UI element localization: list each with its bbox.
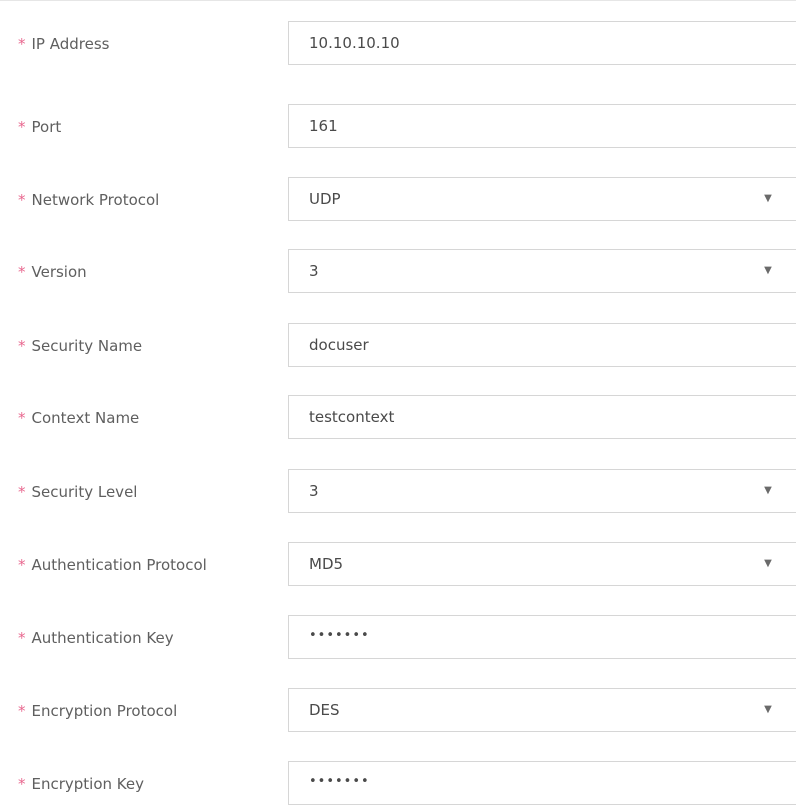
required-marker: * bbox=[18, 409, 26, 427]
encryption-protocol-value: DES bbox=[309, 701, 340, 719]
chevron-down-icon: ▼ bbox=[764, 704, 772, 715]
security-level-value: 3 bbox=[309, 482, 319, 500]
chevron-down-icon: ▼ bbox=[764, 265, 772, 276]
encryption-key-row: * Encryption Key ••••••• bbox=[0, 761, 796, 807]
ip-address-row: * IP Address 10.10.10.10 bbox=[0, 21, 796, 67]
authentication-key-input[interactable]: ••••••• bbox=[288, 615, 796, 659]
security-name-value: docuser bbox=[309, 336, 369, 354]
port-label: * Port bbox=[18, 118, 62, 136]
encryption-key-input[interactable]: ••••••• bbox=[288, 761, 796, 805]
context-name-value: testcontext bbox=[309, 408, 395, 426]
required-marker: * bbox=[18, 337, 26, 355]
chevron-down-icon: ▼ bbox=[764, 558, 772, 569]
security-level-select[interactable]: 3 ▼ bbox=[288, 469, 796, 513]
encryption-protocol-label: * Encryption Protocol bbox=[18, 702, 178, 720]
required-marker: * bbox=[18, 35, 26, 53]
ip-address-input[interactable]: 10.10.10.10 bbox=[288, 21, 796, 65]
required-marker: * bbox=[18, 483, 26, 501]
authentication-key-label: * Authentication Key bbox=[18, 629, 174, 647]
required-marker: * bbox=[18, 775, 26, 793]
version-value: 3 bbox=[309, 262, 319, 280]
context-name-row: * Context Name testcontext bbox=[0, 395, 796, 441]
network-protocol-value: UDP bbox=[309, 190, 341, 208]
authentication-protocol-select[interactable]: MD5 ▼ bbox=[288, 542, 796, 586]
required-marker: * bbox=[18, 191, 26, 209]
encryption-protocol-row: * Encryption Protocol DES ▼ bbox=[0, 688, 796, 734]
network-protocol-row: * Network Protocol UDP ▼ bbox=[0, 177, 796, 223]
security-name-label: * Security Name bbox=[18, 337, 143, 355]
ip-address-label: * IP Address bbox=[18, 35, 110, 53]
version-label: * Version bbox=[18, 263, 87, 281]
encryption-key-value: ••••••• bbox=[309, 774, 370, 789]
chevron-down-icon: ▼ bbox=[764, 193, 772, 204]
port-value: 161 bbox=[309, 117, 338, 135]
authentication-protocol-label: * Authentication Protocol bbox=[18, 556, 207, 574]
network-protocol-select[interactable]: UDP ▼ bbox=[288, 177, 796, 221]
network-protocol-label: * Network Protocol bbox=[18, 191, 160, 209]
required-marker: * bbox=[18, 702, 26, 720]
security-level-row: * Security Level 3 ▼ bbox=[0, 469, 796, 515]
encryption-protocol-select[interactable]: DES ▼ bbox=[288, 688, 796, 732]
security-level-label: * Security Level bbox=[18, 483, 138, 501]
authentication-protocol-value: MD5 bbox=[309, 555, 344, 573]
chevron-down-icon: ▼ bbox=[764, 485, 772, 496]
required-marker: * bbox=[18, 263, 26, 281]
authentication-key-row: * Authentication Key ••••••• bbox=[0, 615, 796, 661]
security-name-input[interactable]: docuser bbox=[288, 323, 796, 367]
security-name-row: * Security Name docuser bbox=[0, 323, 796, 369]
required-marker: * bbox=[18, 629, 26, 647]
required-marker: * bbox=[18, 556, 26, 574]
ip-address-value: 10.10.10.10 bbox=[309, 34, 400, 52]
port-row: * Port 161 bbox=[0, 104, 796, 150]
encryption-key-label: * Encryption Key bbox=[18, 775, 144, 793]
context-name-input[interactable]: testcontext bbox=[288, 395, 796, 439]
authentication-key-value: ••••••• bbox=[309, 628, 370, 643]
port-input[interactable]: 161 bbox=[288, 104, 796, 148]
context-name-label: * Context Name bbox=[18, 409, 140, 427]
version-select[interactable]: 3 ▼ bbox=[288, 249, 796, 293]
version-row: * Version 3 ▼ bbox=[0, 249, 796, 295]
authentication-protocol-row: * Authentication Protocol MD5 ▼ bbox=[0, 542, 796, 588]
snmp-settings-form: * IP Address 10.10.10.10 * Port 161 * Netwo… bbox=[0, 0, 796, 808]
required-marker: * bbox=[18, 118, 26, 136]
